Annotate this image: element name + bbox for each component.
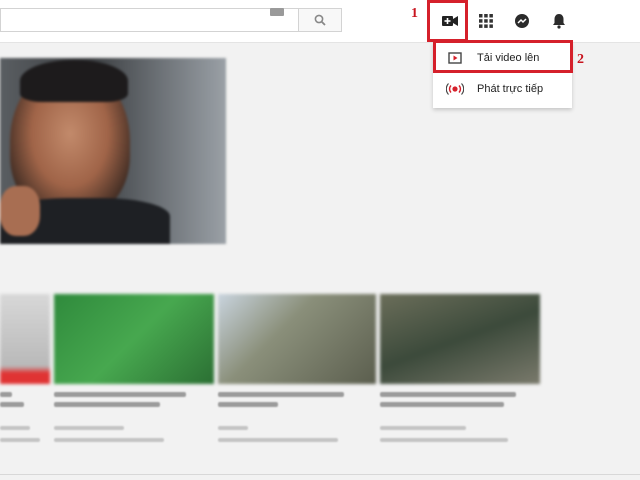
video-thumbnail[interactable] (218, 294, 376, 384)
menu-item-label: Tải video lên (477, 52, 540, 64)
apps-button[interactable] (473, 8, 499, 34)
bell-icon (553, 14, 565, 29)
menu-item-live-stream[interactable]: Phát trực tiếp (433, 74, 572, 104)
video-thumbnail[interactable] (0, 294, 50, 384)
create-menu: Tải video lên Phát trực tiếp (433, 42, 572, 108)
menu-item-upload-video[interactable]: Tải video lên (433, 43, 572, 73)
notifications-button[interactable] (546, 8, 572, 34)
featured-video-thumbnail[interactable] (0, 58, 226, 244)
upload-video-icon (433, 52, 477, 64)
video-thumbnail[interactable] (380, 294, 540, 384)
video-thumbnail[interactable] (54, 294, 214, 384)
step-number-1: 1 (411, 6, 418, 21)
create-video-button[interactable] (437, 8, 463, 34)
apps-grid-icon (479, 14, 493, 28)
search-icon (314, 14, 326, 26)
messages-icon (515, 14, 529, 28)
keyboard-icon[interactable] (270, 8, 284, 16)
video-camera-plus-icon (442, 16, 458, 26)
top-bar (0, 0, 640, 43)
live-broadcast-icon (433, 83, 477, 95)
search-button[interactable] (298, 8, 342, 32)
search-input[interactable] (0, 8, 298, 32)
messages-button[interactable] (509, 8, 535, 34)
menu-item-label: Phát trực tiếp (477, 83, 544, 95)
step-number-2: 2 (577, 52, 584, 67)
